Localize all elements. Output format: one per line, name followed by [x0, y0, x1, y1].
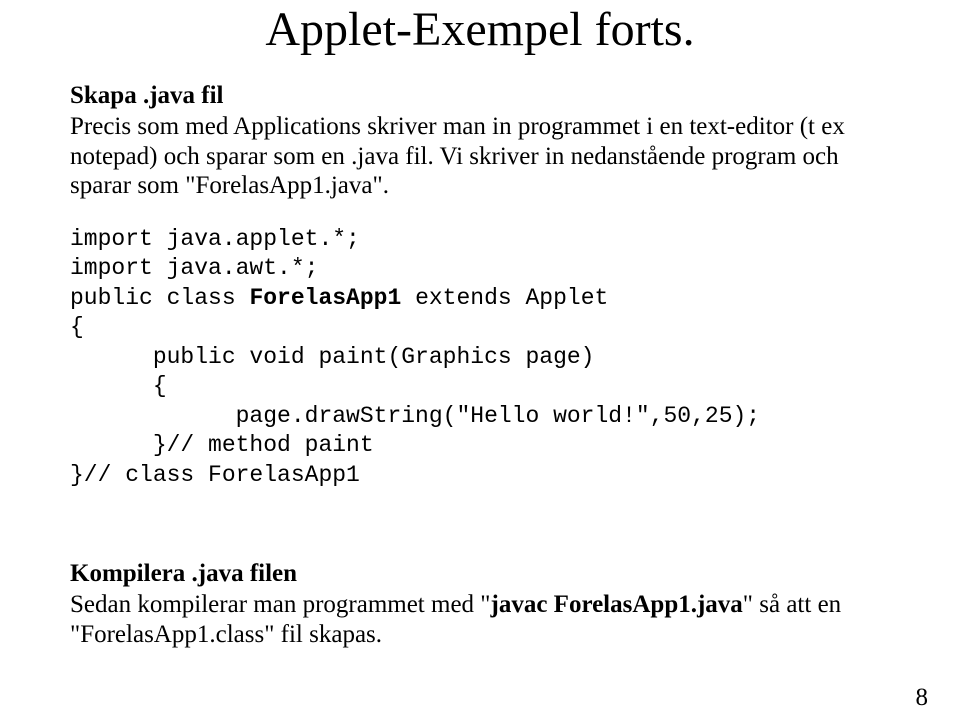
slide-title: Applet-Exempel forts.	[0, 2, 960, 57]
code-l3a: public class	[70, 285, 249, 311]
page-number: 8	[916, 684, 929, 712]
code-block: import java.applet.*; import java.awt.*;…	[70, 225, 890, 490]
code-line-4: {	[70, 314, 84, 340]
code-line-3: public class ForelasApp1 extends Applet	[70, 285, 608, 311]
code-line-6: {	[70, 373, 167, 399]
code-line-1: import java.applet.*;	[70, 226, 360, 252]
section-create-java-file: Skapa .java fil Precis som med Applicati…	[70, 82, 890, 201]
code-line-9: }// class ForelasApp1	[70, 462, 360, 488]
compile-pre: Sedan kompilerar man programmet med "	[70, 591, 491, 618]
code-line-2: import java.awt.*;	[70, 255, 318, 281]
code-l3c: extends Applet	[401, 285, 608, 311]
section-compile-java-file: Kompilera .java filen Sedan kompilerar m…	[70, 560, 890, 649]
heading-create: Skapa .java fil	[70, 82, 890, 110]
code-line-7: page.drawString("Hello world!",50,25);	[70, 403, 760, 429]
body-create: Precis som med Applications skriver man …	[70, 112, 890, 201]
compile-command: javac ForelasApp1.java	[491, 591, 743, 618]
code-line-8: }// method paint	[70, 432, 374, 458]
slide-page: Applet-Exempel forts. Skapa .java fil Pr…	[0, 0, 960, 728]
body-compile: Sedan kompilerar man programmet med "jav…	[70, 590, 890, 649]
code-line-5: public void paint(Graphics page)	[70, 344, 595, 370]
code-l3b-classname: ForelasApp1	[249, 285, 401, 311]
heading-compile: Kompilera .java filen	[70, 560, 890, 588]
